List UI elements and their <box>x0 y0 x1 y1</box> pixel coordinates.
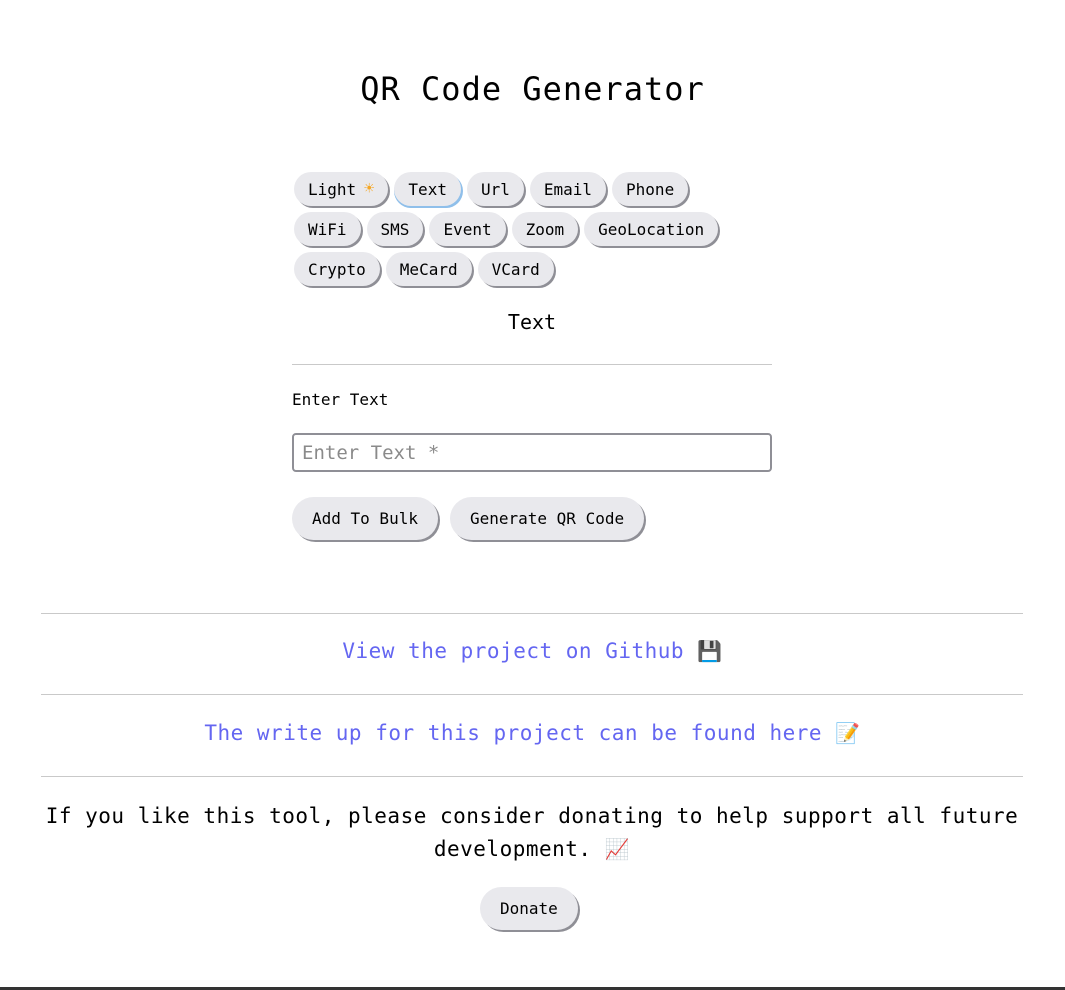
form-actions: Add To Bulk Generate QR Code <box>292 497 645 540</box>
writeup-link[interactable]: The write up for this project can be fou… <box>204 721 860 745</box>
tab-row-2: WiFi SMS Event Zoom GeoLocation <box>294 212 754 246</box>
tab-event[interactable]: Event <box>429 212 506 246</box>
donate-message: If you like this tool, please consider d… <box>41 800 1023 866</box>
theme-toggle-button[interactable]: Light ☀ <box>294 172 389 206</box>
tab-geolocation[interactable]: GeoLocation <box>584 212 719 246</box>
tab-text[interactable]: Text <box>394 172 461 206</box>
page: QR Code Generator Light ☀ Text Url Email… <box>0 0 1065 990</box>
memo-icon: 📝 <box>835 721 861 745</box>
text-field-label: Enter Text <box>292 390 389 409</box>
tab-email[interactable]: Email <box>529 172 607 206</box>
tab-phone[interactable]: Phone <box>612 172 689 206</box>
chart-increasing-icon: 📈 <box>604 837 631 861</box>
tab-mecard[interactable]: MeCard <box>385 252 472 286</box>
github-link[interactable]: View the project on Github 💾 <box>342 639 722 663</box>
writeup-link-text: The write up for this project can be fou… <box>204 721 823 745</box>
section-divider <box>292 364 772 365</box>
page-title: QR Code Generator <box>360 70 705 108</box>
github-link-text: View the project on Github <box>342 639 685 663</box>
floppy-disk-icon: 💾 <box>697 639 723 663</box>
tab-url[interactable]: Url <box>466 172 524 206</box>
sun-icon: ☀ <box>364 179 375 199</box>
footer-divider-1 <box>41 613 1023 614</box>
add-to-bulk-button[interactable]: Add To Bulk <box>292 497 438 540</box>
tab-row-3: Crypto MeCard VCard <box>294 252 754 286</box>
writeup-link-line: The write up for this project can be fou… <box>0 721 1065 745</box>
tab-row-1: Light ☀ Text Url Email Phone <box>294 172 754 206</box>
text-input[interactable] <box>292 433 772 472</box>
section-title: Text <box>507 310 557 334</box>
github-link-line: View the project on Github 💾 <box>0 639 1065 663</box>
donate-button[interactable]: Donate <box>480 887 578 930</box>
tab-crypto[interactable]: Crypto <box>294 252 380 286</box>
footer-divider-2 <box>41 694 1023 695</box>
qr-type-tabs: Light ☀ Text Url Email Phone WiFi SMS Ev… <box>294 172 754 292</box>
tab-sms[interactable]: SMS <box>366 212 424 246</box>
donate-message-text: If you like this tool, please consider d… <box>45 804 1019 861</box>
footer-divider-3 <box>41 776 1023 777</box>
tab-wifi[interactable]: WiFi <box>294 212 361 246</box>
tab-zoom[interactable]: Zoom <box>511 212 579 246</box>
theme-toggle-label: Light <box>308 179 357 199</box>
tab-vcard[interactable]: VCard <box>477 252 554 286</box>
generate-qr-button[interactable]: Generate QR Code <box>449 497 645 540</box>
